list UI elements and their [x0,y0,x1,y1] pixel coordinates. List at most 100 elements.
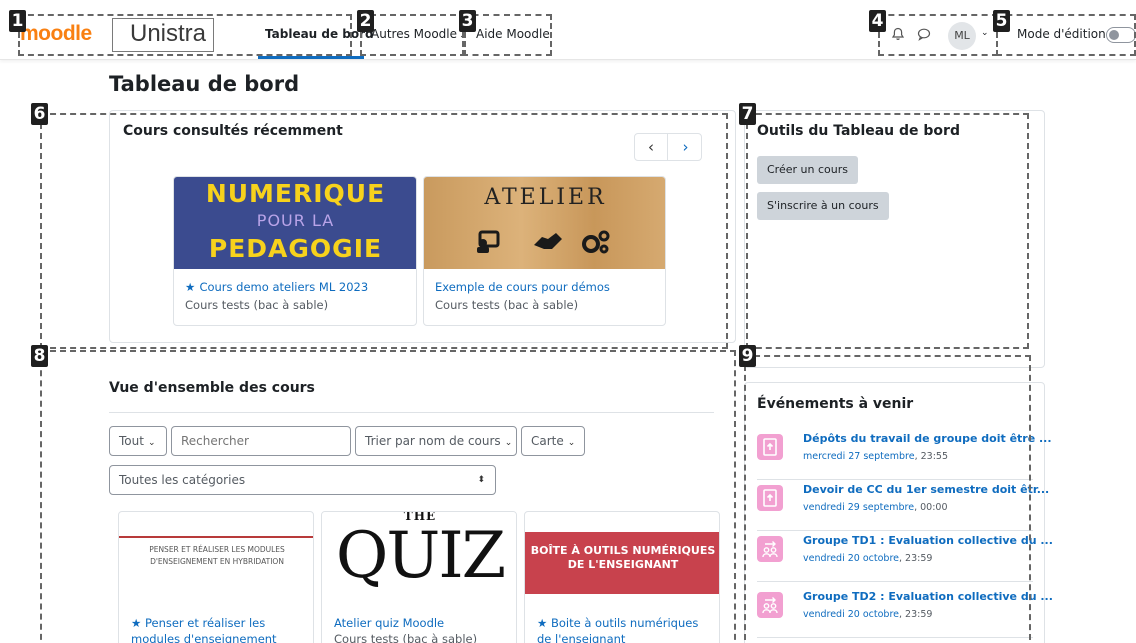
chevron-down-icon: ⌄ [504,438,513,448]
star-icon: ★ [131,616,142,630]
event-title-link[interactable]: Dépôts du travail de groupe doit être ..… [803,432,1052,445]
course-category: Cours tests (bac à sable) [334,632,478,643]
category-select-label: Toutes les catégories [119,473,246,487]
view-dropdown[interactable]: Carte ⌄ [521,426,585,456]
course-info: ★ Cours demo ateliers ML 2023 [185,280,368,295]
nav-other-moodle-label: Autres Moodle [371,27,458,41]
event-date-link[interactable]: vendredi 20 octobre [803,609,899,620]
assignment-icon [757,485,783,511]
event-date: mercredi 27 septembre, 23:55 [803,451,948,462]
chevron-right-icon[interactable]: › [669,134,702,160]
annotation-badge: 9 [739,345,756,367]
annotation-badge: 6 [31,103,48,125]
event-time: , 23:59 [899,553,933,564]
recent-courses-title: Cours consultés récemment [123,123,343,139]
course-card[interactable]: PENSER ET RÉALISER LES MODULES D'ENSEIGN… [118,511,314,643]
event-title-link[interactable]: Groupe TD1 : Evaluation collective du ..… [803,534,1053,547]
nav-help-link[interactable]: Aide Moodle [476,27,550,41]
top-navbar: moodle Unistra Tableau de bord Autres Mo… [0,0,1136,60]
course-info: Atelier quiz Moodle Cours tests (bac à s… [334,615,509,643]
event-title-link[interactable]: Groupe TD2 : Evaluation collective du ..… [803,590,1053,603]
divider [109,412,714,413]
dashboard-tools-block [744,110,1045,368]
bell-icon[interactable] [890,26,906,42]
course-name-link[interactable]: Boite à outils numériques de l'enseignan… [537,616,698,643]
star-icon: ★ [185,280,196,294]
annotation-badge: 4 [869,10,886,32]
toggle-knob [1109,30,1119,40]
course-info: ★ Penser et réaliser les modules d'ensei… [131,615,306,643]
edit-mode-toggle[interactable] [1106,27,1136,43]
event-item[interactable]: Groupe TD1 : Evaluation collective du ..… [757,532,1053,582]
event-item[interactable]: Groupe TD2 : Evaluation collective du ..… [757,588,1053,638]
course-card[interactable]: THE QUIZ Atelier quiz Moodle Cours tests… [321,511,517,643]
event-date-link[interactable]: vendredi 29 septembre [803,502,914,513]
sort-label: Trier par nom de cours [365,434,501,448]
upcoming-events-title: Événements à venir [757,396,914,412]
enrol-course-button[interactable]: S'inscrire à un cours [757,192,889,220]
course-name-link[interactable]: Atelier quiz Moodle [334,615,509,631]
course-name-link[interactable]: Exemple de cours pour démos [435,280,610,294]
nav-other-moodle-dropdown[interactable]: Autres Moodle ⌄ [371,27,467,41]
course-image-text: BOÎTE À OUTILS NUMÉRIQUES DE L'ENSEIGNAN… [530,544,716,571]
course-image-text: PEDAGOGIE [208,234,383,263]
course-category: Cours tests (bac à sable) [185,298,329,312]
course-search-input[interactable] [171,426,351,456]
annotation-badge: 1 [9,10,26,32]
grouping-filter-label: Tout [119,434,144,448]
grouping-filter-dropdown[interactable]: Tout ⌄ [109,426,167,456]
event-date: vendredi 20 octobre, 23:59 [803,609,932,620]
star-icon: ★ [537,616,548,630]
annotation-badge: 8 [31,345,48,367]
event-date-link[interactable]: vendredi 20 octobre [803,553,899,564]
event-date-link[interactable]: mercredi 27 septembre [803,451,915,462]
course-name-link[interactable]: Penser et réaliser les modules d'enseign… [131,616,277,643]
event-date: vendredi 20 octobre, 23:59 [803,553,932,564]
workshop-icon [757,592,783,618]
recent-courses-pager: ‹ › [634,133,702,161]
chat-bubble-icon[interactable] [916,26,932,42]
course-image-text: NUMERIQUE [205,179,386,208]
view-label: Carte [531,434,564,448]
course-image[interactable]: BOÎTE À OUTILS NUMÉRIQUES DE L'ENSEIGNAN… [525,532,719,594]
page-title: Tableau de bord [109,72,300,96]
annotation-badge: 3 [459,10,476,32]
user-avatar[interactable]: ML [948,22,976,50]
create-course-button[interactable]: Créer un cours [757,156,858,184]
course-overview-title: Vue d'ensemble des cours [109,380,315,396]
course-category: Cours tests (bac à sable) [435,298,579,312]
course-image-text: ATELIER [484,185,607,210]
course-image-text: QUIZ [335,519,506,593]
course-image-text: POUR LA [256,211,335,230]
event-time: , 23:59 [899,609,933,620]
chevron-down-icon: ⌄ [147,438,156,448]
course-image[interactable]: NUMERIQUE POUR LA PEDAGOGIE [174,177,416,269]
course-name-link[interactable]: Cours demo ateliers ML 2023 [199,280,368,294]
event-item[interactable]: Devoir de CC du 1er semestre doit êtr...… [757,481,1049,531]
moodle-logo[interactable]: moodle [20,22,92,46]
event-time: , 00:00 [914,502,948,513]
active-nav-indicator [258,56,364,59]
course-image-stripe [119,536,313,538]
annotation-badge: 7 [739,103,756,125]
chevron-down-icon[interactable]: ⌄ [981,28,989,38]
annotation-badge: 5 [993,10,1010,32]
institution-logo[interactable]: Unistra [130,20,206,48]
course-card[interactable]: BOÎTE À OUTILS NUMÉRIQUES DE L'ENSEIGNAN… [524,511,720,643]
event-title-link[interactable]: Devoir de CC du 1er semestre doit êtr... [803,483,1049,496]
category-select[interactable]: Toutes les catégories ⬍ [109,465,496,495]
chevron-down-icon: ⌄ [459,31,467,41]
recent-course-card[interactable]: ATELIER Exemple de cours pour démos Cour… [423,176,666,326]
course-info: ★ Boite à outils numériques de l'enseign… [537,615,712,643]
assignment-icon [757,434,783,460]
chevron-left-icon[interactable]: ‹ [635,134,668,160]
recent-course-card[interactable]: NUMERIQUE POUR LA PEDAGOGIE ★ Cours demo… [173,176,417,326]
chevron-down-icon: ⌄ [567,438,576,448]
event-item[interactable]: Dépôts du travail de groupe doit être ..… [757,430,1052,480]
course-image[interactable]: THE QUIZ [322,512,516,602]
sort-dropdown[interactable]: Trier par nom de cours ⌄ [355,426,517,456]
course-image[interactable]: ATELIER [424,177,665,269]
dashboard-tools-title: Outils du Tableau de bord [757,123,960,139]
edit-mode-label: Mode d'édition [1017,27,1106,41]
course-image-text: PENSER ET RÉALISER LES MODULES D'ENSEIGN… [149,545,285,566]
